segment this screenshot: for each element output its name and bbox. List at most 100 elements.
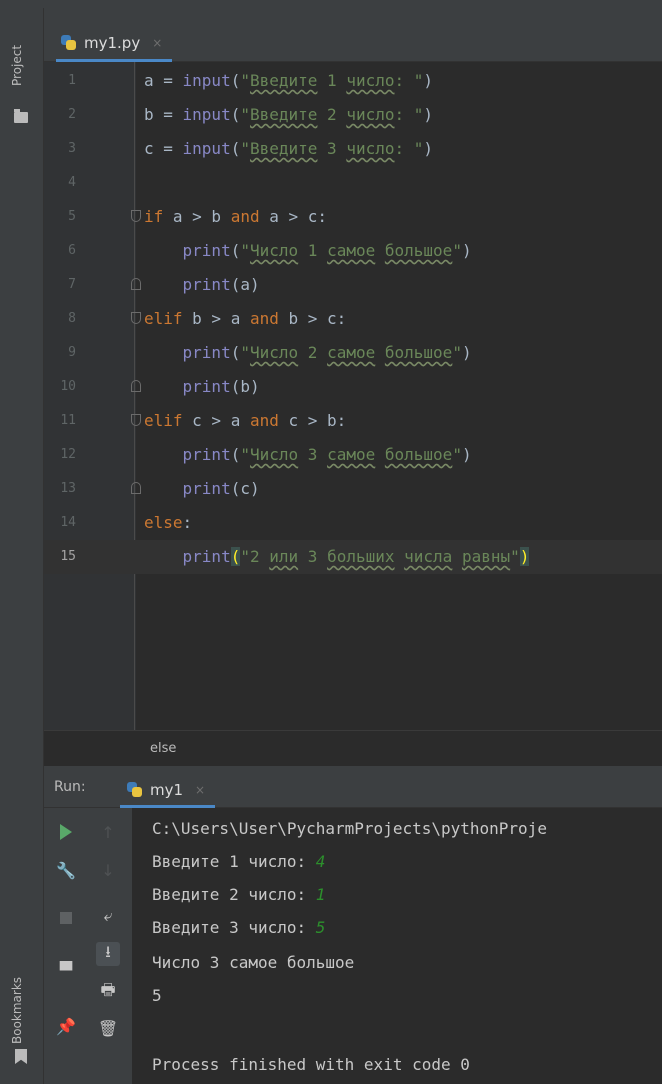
window-top-strip: [0, 0, 662, 8]
line-number: 14: [60, 515, 76, 530]
code-line: 10 print(b): [44, 370, 662, 404]
soft-wrap-button[interactable]: ⤶: [96, 904, 120, 928]
line-number: 15: [60, 549, 76, 564]
tab-my1-py[interactable]: my1.py ×: [56, 26, 173, 62]
code-text[interactable]: a = input("Введите 1 число: "): [144, 64, 433, 98]
project-tool-button[interactable]: Project: [10, 45, 24, 86]
code-line: 12 print("Число 3 самое большое"): [44, 438, 662, 472]
pin-icon: 📌: [56, 1016, 76, 1036]
code-line: 4: [44, 166, 662, 200]
line-number: 11: [60, 413, 76, 428]
console-user-input: 4: [315, 852, 326, 871]
line-number: 6: [68, 243, 76, 258]
console-line: Введите 3 число: 5: [152, 913, 325, 943]
bookmarks-tool-button[interactable]: Bookmarks: [10, 977, 24, 1044]
code-line: 8 elif b > a and b > c:: [44, 302, 662, 336]
bookmark-icon[interactable]: [15, 1049, 27, 1064]
code-text[interactable]: print("Число 1 самое большое"): [144, 234, 472, 268]
console-prompt: Введите 2 число:: [152, 885, 316, 904]
layout-icon: ▀: [59, 960, 73, 980]
console-prompt: Введите 1 число:: [152, 852, 316, 871]
line-number: 10: [60, 379, 76, 394]
up-arrow-button[interactable]: ↑: [96, 820, 120, 844]
layout-button[interactable]: ▀: [54, 958, 78, 982]
scroll-to-end-button[interactable]: ⭳: [96, 942, 120, 966]
play-icon: [60, 824, 72, 840]
stop-icon: [60, 912, 72, 924]
line-number: 12: [60, 447, 76, 462]
fold-marker-icon[interactable]: [131, 312, 141, 324]
breadcrumb-item[interactable]: else: [150, 741, 176, 756]
code-text[interactable]: b = input("Введите 2 число: "): [144, 98, 433, 132]
code-line: 15 print("2 или 3 больших числа равны"): [44, 540, 662, 574]
console-line: 5: [152, 986, 162, 1005]
code-line: 9 print("Число 2 самое большое"): [44, 336, 662, 370]
fold-end-marker-icon[interactable]: [131, 278, 141, 290]
run-tab-my1[interactable]: my1 ×: [120, 774, 216, 808]
fold-marker-icon[interactable]: [131, 414, 141, 426]
fold-marker-icon[interactable]: [131, 210, 141, 222]
fold-end-marker-icon[interactable]: [131, 380, 141, 392]
left-tool-strip: Project Bookmarks: [0, 8, 44, 1084]
line-number: 8: [68, 311, 76, 326]
down-arrow-button[interactable]: ↓: [96, 858, 120, 882]
code-text[interactable]: if a > b and a > c:: [144, 200, 327, 234]
code-text[interactable]: print("2 или 3 больших числа равны"): [144, 540, 530, 574]
soft-wrap-icon: ⤶: [103, 906, 113, 925]
arrow-up-icon: ↑: [101, 822, 115, 842]
line-number: 1: [68, 73, 76, 88]
line-number: 4: [68, 175, 76, 190]
code-line: 7 print(a): [44, 268, 662, 302]
code-line: 2 b = input("Введите 2 число: "): [44, 98, 662, 132]
close-icon[interactable]: ×: [152, 36, 162, 50]
line-number: 5: [68, 209, 76, 224]
console-line: Число 3 самое большое: [152, 953, 355, 972]
arrow-down-icon: ↓: [101, 860, 115, 880]
code-line: 13 print(c): [44, 472, 662, 506]
python-run-icon: [126, 781, 144, 799]
code-text[interactable]: elif c > a and c > b:: [144, 404, 346, 438]
line-number: 2: [68, 107, 76, 122]
code-text[interactable]: else:: [144, 506, 192, 540]
code-text[interactable]: print("Число 2 самое большое"): [144, 336, 472, 370]
print-button[interactable]: 🖶: [96, 980, 120, 1004]
code-line: 11 elif c > a and c > b:: [44, 404, 662, 438]
python-file-icon: [60, 34, 78, 52]
tab-label: my1.py: [84, 33, 141, 52]
code-editor[interactable]: 1 a = input("Введите 1 число: ") 2 b = inp…: [44, 62, 662, 730]
code-text[interactable]: print(a): [144, 268, 260, 302]
run-panel-title: Run:: [54, 779, 86, 795]
code-line: 1 a = input("Введите 1 число: "): [44, 64, 662, 98]
clear-output-button[interactable]: 🗑: [96, 1016, 120, 1040]
line-number: 3: [68, 141, 76, 156]
console-line: C:\Users\User\PycharmProjects\pythonProj…: [152, 819, 547, 838]
line-number: 7: [68, 277, 76, 292]
run-panel-header: Run: my1 ×: [44, 766, 662, 808]
line-number: 13: [60, 481, 76, 496]
line-number: 9: [68, 345, 76, 360]
scroll-to-end-icon: ⭳: [105, 941, 111, 961]
settings-button[interactable]: 🔧: [54, 858, 78, 882]
stop-button[interactable]: [54, 906, 78, 930]
code-text[interactable]: print(c): [144, 472, 260, 506]
editor-tab-bar: my1.py ×: [44, 8, 662, 62]
run-console[interactable]: C:\Users\User\PycharmProjects\pythonProj…: [132, 808, 662, 1084]
console-user-input: 5: [315, 918, 326, 937]
rerun-button[interactable]: [54, 820, 78, 844]
fold-end-marker-icon[interactable]: [131, 482, 141, 494]
printer-icon: 🖶: [100, 979, 116, 999]
pin-button[interactable]: 📌: [54, 1014, 78, 1038]
code-text[interactable]: c = input("Введите 3 число: "): [144, 132, 433, 166]
console-prompt: Введите 3 число:: [152, 918, 316, 937]
close-icon[interactable]: ×: [195, 783, 205, 797]
code-text[interactable]: print("Число 3 самое большое"): [144, 438, 472, 472]
trash-icon: 🗑: [97, 1018, 119, 1038]
code-line: 5 if a > b and a > c:: [44, 200, 662, 234]
folder-icon[interactable]: [14, 109, 28, 123]
console-line: Введите 1 число: 4: [152, 847, 325, 877]
code-line: 3 c = input("Введите 3 число: "): [44, 132, 662, 166]
code-text[interactable]: elif b > a and b > c:: [144, 302, 346, 336]
run-tab-label: my1: [150, 780, 184, 799]
console-line: Введите 2 число: 1: [152, 880, 325, 910]
code-text[interactable]: print(b): [144, 370, 260, 404]
